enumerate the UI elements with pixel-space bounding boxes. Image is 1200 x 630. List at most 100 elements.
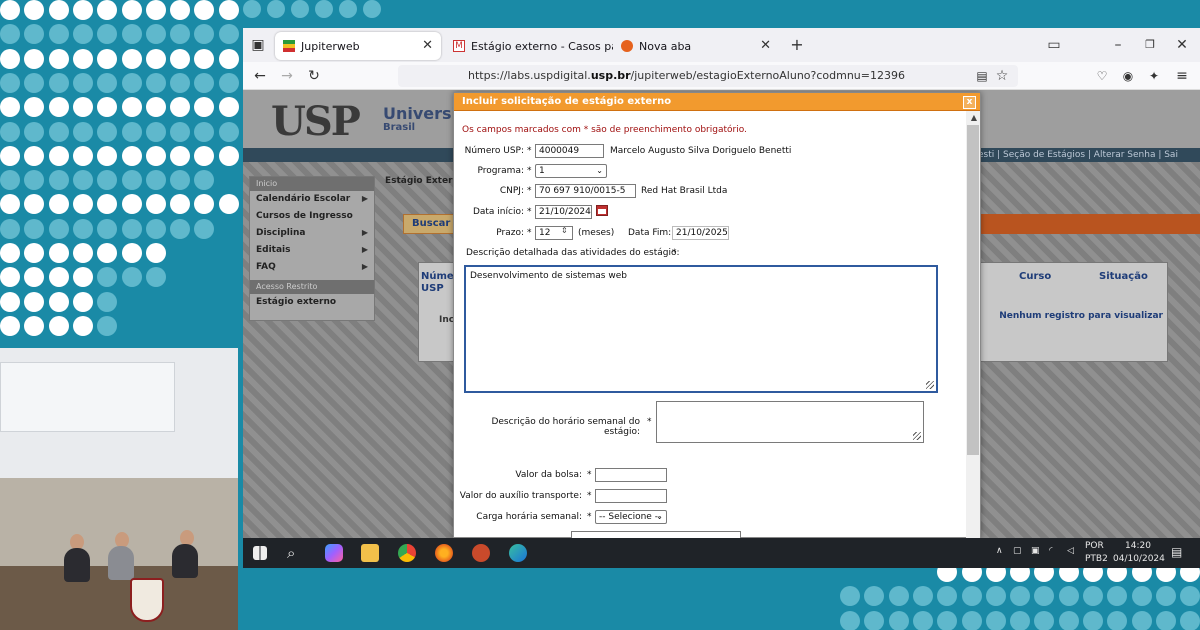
decorative-dot	[194, 24, 215, 45]
decorative-dot	[0, 97, 20, 118]
decorative-dot	[961, 586, 982, 607]
decorative-dot	[145, 72, 166, 93]
decorative-dot	[0, 170, 20, 191]
decorative-dot	[72, 72, 93, 93]
bookmark-star-icon[interactable]: ☆	[993, 67, 1011, 85]
start-icon[interactable]	[253, 546, 267, 560]
tray-chevron-icon[interactable]: ∧	[996, 546, 1003, 556]
decorative-dot	[961, 610, 982, 630]
edge-icon[interactable]	[509, 544, 527, 562]
horario-label: Descrição do horário semanal do estágio:	[491, 417, 640, 437]
tray-display-icon[interactable]: ▣	[1031, 546, 1040, 556]
tab-estagio-externo[interactable]: M Estágio externo - Casos para Te	[445, 32, 613, 60]
required-marker: *	[672, 248, 677, 258]
clock-date[interactable]: 04/10/2024	[1113, 554, 1165, 564]
top-links[interactable]: esti | Seção de Estágios | Alterar Senha…	[978, 150, 1178, 160]
close-tab-icon[interactable]: ✕	[760, 38, 771, 53]
url-bar[interactable]: https://labs.uspdigital.usp.br/jupiterwe…	[398, 65, 1018, 87]
menu-item-disciplina[interactable]: Disciplina ▶	[250, 225, 374, 242]
tab-label: Jupiterweb	[301, 39, 360, 53]
decorative-dot	[145, 0, 166, 20]
required-marker: *	[527, 166, 532, 176]
partial-field[interactable]	[571, 531, 741, 538]
account-icon[interactable]: ◉	[1119, 67, 1137, 85]
auxilio-field[interactable]	[595, 489, 667, 503]
reader-view-icon[interactable]: ▤	[973, 67, 991, 85]
decorative-dot	[97, 121, 118, 142]
bolsa-field[interactable]	[595, 468, 667, 482]
file-explorer-icon[interactable]	[361, 544, 379, 562]
decorative-dot	[170, 24, 191, 45]
chrome-icon[interactable]	[398, 544, 416, 562]
decorative-dot	[267, 0, 285, 18]
decorative-dot	[218, 0, 239, 20]
menu-item-estagio-externo[interactable]: Estágio externo	[250, 294, 374, 311]
back-icon[interactable]: ←	[251, 67, 269, 85]
scrollbar-thumb[interactable]	[967, 125, 979, 455]
calendar-icon[interactable]	[596, 205, 608, 216]
resize-grip-icon[interactable]	[926, 381, 934, 389]
close-tab-icon[interactable]: ✕	[422, 38, 433, 53]
decorative-dot	[48, 145, 69, 166]
menu-icon[interactable]: ≡	[1173, 67, 1191, 85]
add-link[interactable]: Inc	[439, 315, 454, 325]
cnpj-field[interactable]: 70 697 910/0015-5	[535, 184, 636, 198]
decorative-dot	[218, 24, 239, 45]
notifications-icon[interactable]: ▤	[1171, 545, 1182, 559]
list-tabs-icon[interactable]: ▭	[1045, 36, 1063, 54]
scroll-up-icon[interactable]: ▲	[971, 113, 977, 122]
pocket-icon[interactable]: ♡	[1093, 67, 1111, 85]
decorative-dot	[72, 97, 93, 118]
search-icon[interactable]: ⌕	[287, 544, 295, 562]
usp-logo: USP	[271, 98, 361, 145]
menu-item-calendario[interactable]: Calendário Escolar ▶	[250, 191, 374, 208]
menu-item-faq[interactable]: FAQ ▶	[250, 259, 374, 276]
tab-nova-aba[interactable]: Nova aba ✕	[613, 32, 779, 60]
minimize-icon[interactable]: –	[1109, 36, 1127, 54]
decorative-dot	[72, 121, 93, 142]
firefox-icon[interactable]	[435, 544, 453, 562]
forward-icon[interactable]: →	[278, 67, 296, 85]
decorative-dot	[0, 0, 20, 20]
programa-select[interactable]: 1 ⌄	[535, 164, 607, 178]
clock-time[interactable]: 14:20	[1125, 541, 1151, 551]
horario-textarea[interactable]	[656, 401, 924, 443]
language-indicator[interactable]: POR	[1085, 541, 1104, 551]
descricao-textarea[interactable]: Desenvolvimento de sistemas web	[464, 265, 938, 393]
decorative-dot	[48, 121, 69, 142]
decorative-dot	[339, 0, 357, 18]
programa-label: Programa:	[477, 166, 524, 176]
volume-icon[interactable]: ◁	[1067, 546, 1074, 556]
dialog-close-button[interactable]: x	[963, 96, 976, 109]
decorative-dot	[985, 586, 1006, 607]
menu-item-editais[interactable]: Editais ▶	[250, 242, 374, 259]
copilot-icon[interactable]	[325, 544, 343, 562]
decorative-dots-top	[243, 0, 393, 22]
decorative-dot	[24, 218, 45, 239]
powerpoint-icon[interactable]	[472, 544, 490, 562]
navigation-bar: ← → ↻ ⛉ 🔒︎ ⚙ https://labs.uspdigital.usp…	[243, 62, 1200, 90]
decorative-dot	[170, 97, 191, 118]
decorative-dot	[315, 0, 333, 18]
decorative-dot	[145, 194, 166, 215]
stepper-arrows-icon[interactable]: ⇕	[561, 226, 568, 235]
tab-label: Nova aba	[639, 39, 692, 53]
window-close-icon[interactable]: ✕	[1173, 36, 1191, 54]
reload-icon[interactable]: ↻	[305, 67, 323, 85]
tray-device-icon[interactable]: ▢	[1013, 546, 1022, 556]
tab-overview-icon[interactable]: ▣	[249, 36, 267, 54]
extensions-icon[interactable]: ✦	[1145, 67, 1163, 85]
tab-jupiterweb[interactable]: Jupiterweb ✕	[275, 32, 441, 60]
decorative-dot	[145, 97, 166, 118]
keyboard-layout[interactable]: PTB2	[1085, 554, 1108, 564]
decorative-dot	[145, 145, 166, 166]
numero-usp-field[interactable]: 4000049	[535, 144, 604, 158]
data-inicio-field[interactable]: 21/10/2024	[535, 205, 592, 219]
wifi-icon[interactable]: ◜	[1049, 546, 1053, 556]
carga-select[interactable]: -- Selecione -- ⌄	[595, 510, 667, 524]
restore-icon[interactable]: ❐	[1141, 36, 1159, 54]
decorative-dot	[840, 586, 860, 607]
resize-grip-icon[interactable]	[913, 432, 921, 440]
new-tab-button[interactable]: +	[788, 36, 806, 54]
menu-item-cursos[interactable]: Cursos de Ingresso	[250, 208, 374, 225]
